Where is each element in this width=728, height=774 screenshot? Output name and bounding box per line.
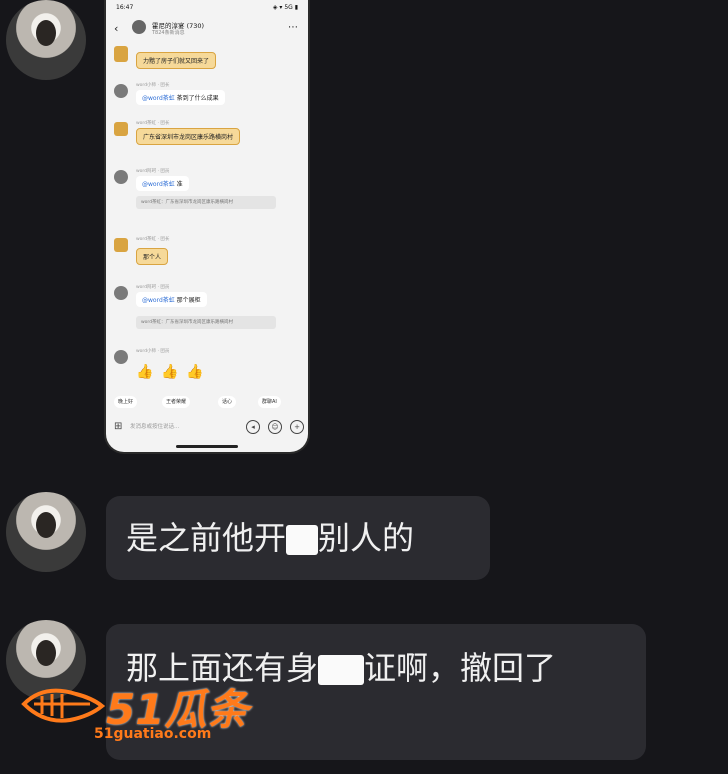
sender-name: word茶虹 · 团长 (136, 237, 170, 242)
sender-name: word小师 · 团员 (136, 349, 170, 354)
quick-chip[interactable]: 晚上好 (114, 396, 138, 408)
watermark-url: 51guatiao.com (94, 726, 212, 742)
message-input[interactable]: 发消息或按住说话... (130, 422, 179, 430)
group-avatar (132, 20, 146, 34)
group-subtitle: T824条新消息 (152, 30, 185, 36)
quoted-message: word茶虹：广东省深圳市龙岗区康乐路横岗村 (136, 316, 276, 329)
avatar (114, 350, 128, 364)
mention[interactable]: @word茶虹 (142, 297, 175, 304)
redaction-mark (318, 655, 365, 685)
message-text: 茶到了什么成果 (176, 95, 219, 102)
thumbs-up-icon: 👍 (161, 364, 179, 380)
message-text: 是之前他开 (126, 519, 287, 557)
voice-icon[interactable]: ◂ (246, 420, 260, 434)
quoted-message: word茶虹：广东省深圳市龙岗区康乐路横岗村 (136, 196, 276, 209)
avatar (114, 46, 128, 62)
thumbs-up-icon: 👍 (186, 364, 204, 380)
message-bubble[interactable]: 是之前他开 别人的 (106, 496, 490, 580)
more-icon[interactable]: ⋯ (288, 22, 298, 33)
sender-name: word阿珂 · 团员 (136, 169, 170, 174)
mention[interactable]: @word茶虹 (142, 95, 175, 102)
avatar (114, 170, 128, 184)
fish-logo-icon (21, 688, 106, 723)
sender-name: word茶虹 · 团长 (136, 121, 170, 126)
message-text: 证啊，撤回了 (364, 649, 557, 687)
watermark-logo: 51瓜条 51guatiao.com (20, 676, 250, 748)
avatar (114, 238, 128, 252)
add-icon[interactable]: + (290, 420, 304, 434)
message-bubble: @word茶虹 准 (136, 176, 189, 191)
group-header: ‹ 霍尼的淳宴 (730) T824条新消息 ⋯ (106, 16, 308, 42)
quick-chip[interactable]: 王者荣耀 (162, 396, 191, 408)
quick-chip[interactable]: 话心 (218, 396, 237, 408)
home-indicator (176, 445, 238, 448)
avatar (114, 84, 128, 98)
message-bubble: 力黯了房子们就又回来了 (136, 52, 217, 69)
message-bubble: @word茶虹 那个展柜 (136, 292, 207, 307)
status-icons: ◈ ▾ 5G ▮ (272, 4, 298, 11)
message-text: 别人的 (318, 519, 415, 557)
message-text: 那个展柜 (176, 297, 201, 304)
back-arrow-icon[interactable]: ‹ (114, 22, 118, 35)
mention[interactable]: @word茶虹 (142, 181, 175, 188)
message-bubble: 那个人 (136, 248, 169, 265)
sender-name: word阿珂 · 团员 (136, 285, 170, 290)
avatar (114, 286, 128, 300)
message-text: 准 (176, 181, 183, 188)
sender-name: word小师 · 团长 (136, 83, 170, 88)
message-bubble: @word茶虹 茶到了什么成果 (136, 90, 225, 105)
sender-avatar[interactable] (6, 0, 86, 80)
message-bubble: 广东省深圳市龙岗区康乐路横岗村 (136, 128, 241, 145)
redaction-mark (286, 525, 319, 555)
apps-grid-icon[interactable]: ⊞ (114, 421, 122, 432)
thumbs-up-icon: 👍 (136, 364, 154, 380)
sender-avatar[interactable] (6, 492, 86, 572)
quick-chip[interactable]: 群聊AI (258, 396, 281, 408)
status-time: 16:47 (116, 4, 134, 11)
avatar (114, 122, 128, 136)
shared-screenshot-image[interactable]: 16:47 ◈ ▾ 5G ▮ ‹ 霍尼的淳宴 (730) T824条新消息 ⋯ … (106, 0, 308, 452)
emoji-icon[interactable]: ☺ (268, 420, 282, 434)
message-input-bar: ⊞ 发消息或按住说话... ◂ ☺ + (112, 418, 304, 438)
quick-reply-bar: 晚上好 王者荣耀 话心 群聊AI (112, 396, 308, 410)
